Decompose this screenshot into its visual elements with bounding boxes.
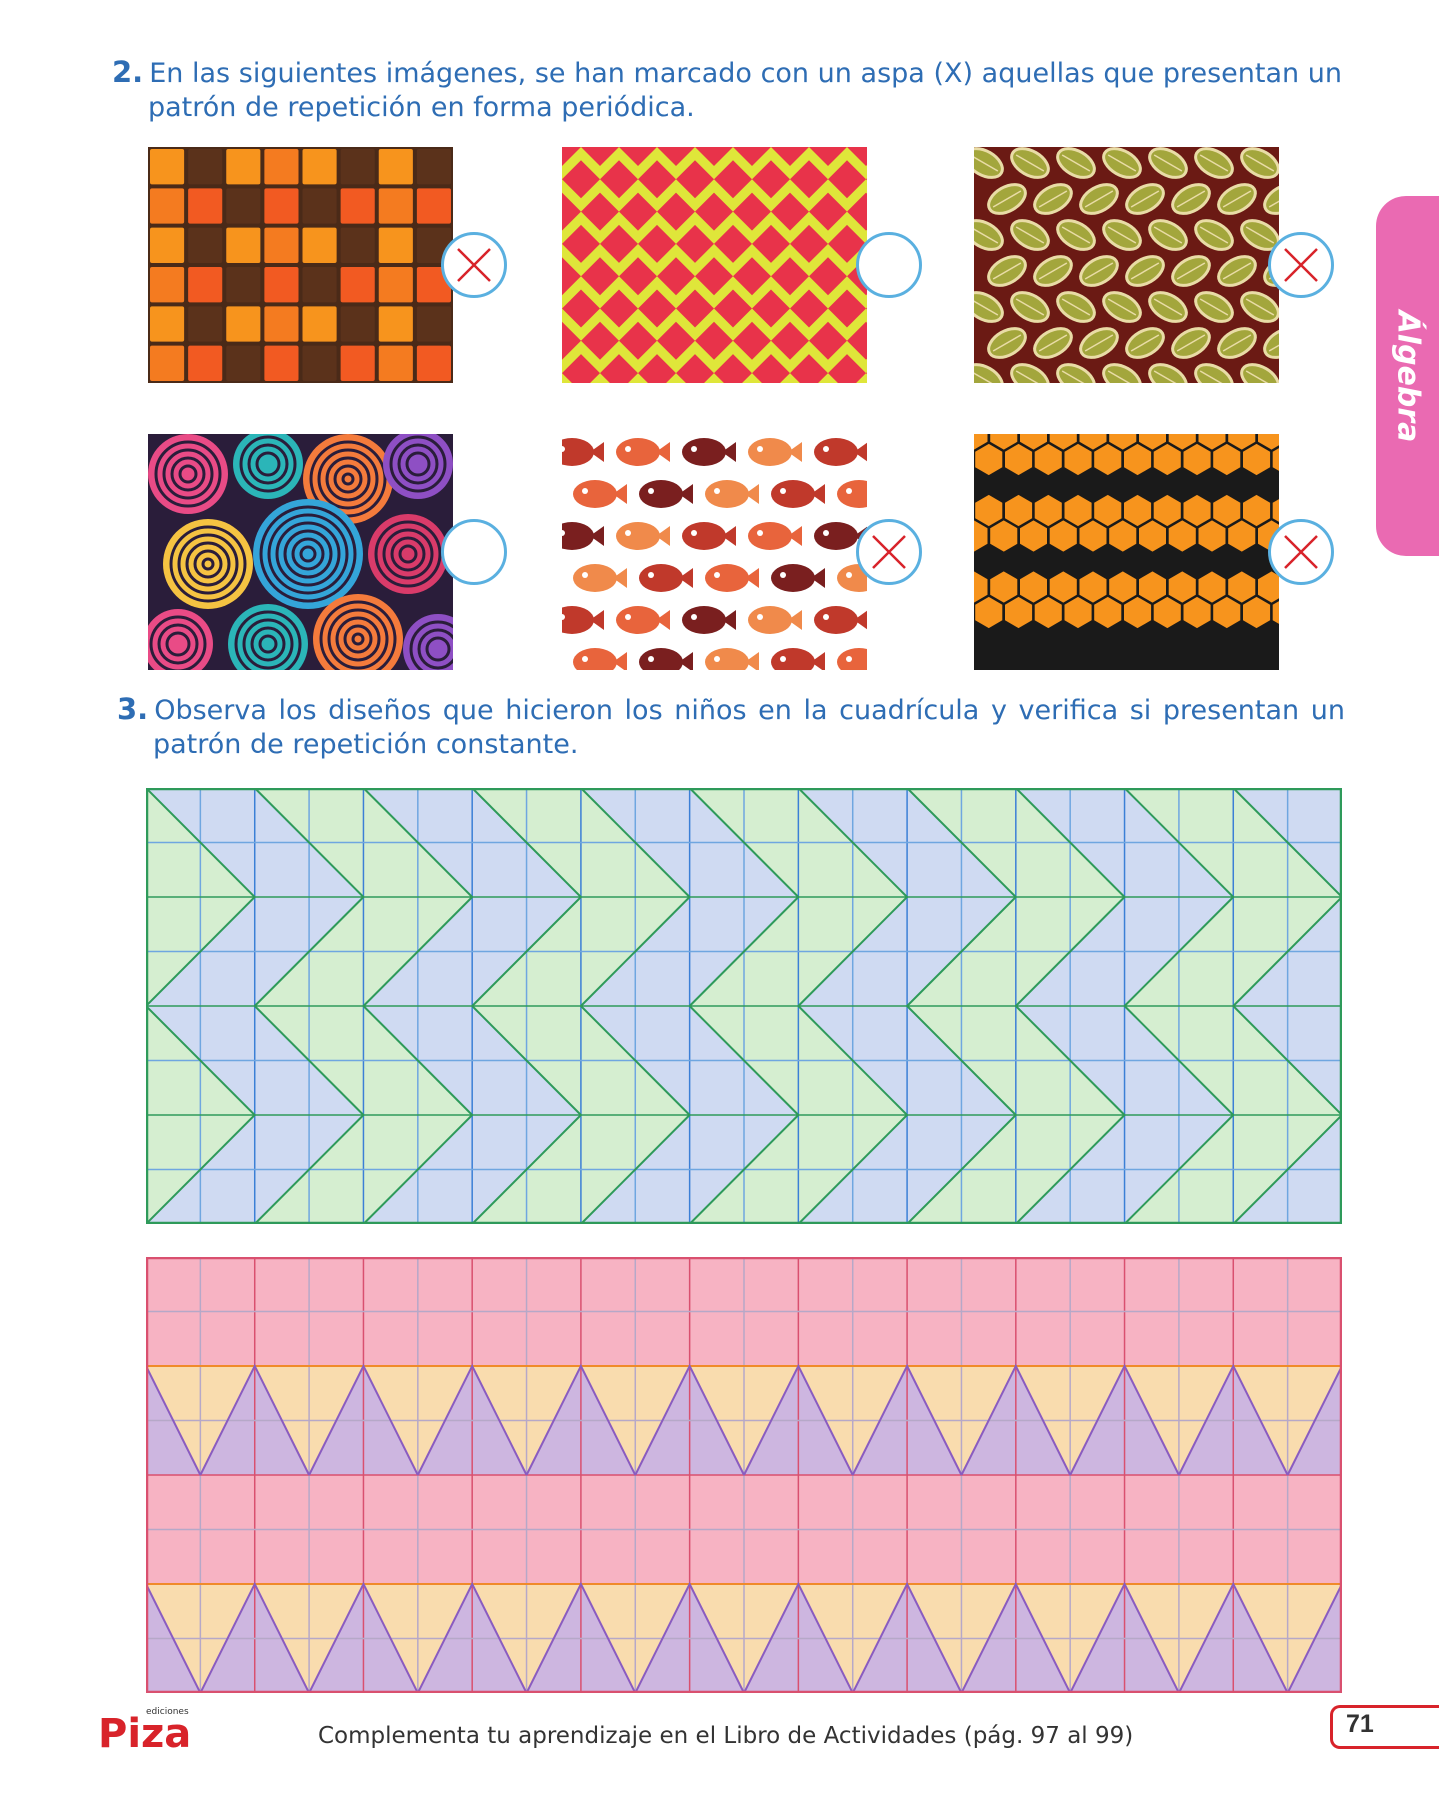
pattern-image-leaves [974,147,1279,383]
logo-text: Piza [98,1711,191,1753]
answer-circle-2[interactable] [856,232,922,298]
answer-circle-5[interactable] [856,519,922,585]
answer-circle-4[interactable] [441,519,507,585]
answer-circle-3[interactable] [1268,232,1334,298]
x-mark-icon [1284,248,1318,282]
question-2-line1: 2. En las siguientes imágenes, se han mar… [112,55,1342,91]
question-2-text: En las siguientes imágenes, se han marca… [149,58,1342,89]
question-2-line2: patrón de repetición en forma periódica. [148,92,695,123]
question-3: 3. Observa los diseños que hicieron los n… [117,692,1345,762]
question-3-number: 3. [117,692,149,726]
grid-design-pink-purple [146,1257,1342,1693]
x-mark-icon [872,535,906,569]
pattern-image-swirls [148,434,453,670]
answer-circle-1[interactable] [441,232,507,298]
question-3-text: Observa los diseños que hicieron los niñ… [154,695,1345,726]
question-2: 2. En las siguientes imágenes, se han mar… [112,55,1342,125]
answer-circle-6[interactable] [1268,519,1334,585]
question-2-number: 2. [112,55,144,89]
pattern-image-fish [562,434,867,670]
question-3-line1: 3. Observa los diseños que hicieron los n… [117,692,1345,728]
page-number: 71 [1346,1710,1374,1738]
pattern-image-hexagons [974,434,1279,670]
side-tab-text: Álgebra [1390,310,1425,442]
question-3-line2: patrón de repetición constante. [153,729,579,760]
footer-text: Complementa tu aprendizaje en el Libro d… [318,1723,1134,1749]
grid-design-green-blue [146,788,1342,1224]
piza-logo: ediciones Piza [98,1703,208,1757]
pattern-image-yellow-red [562,147,867,383]
x-mark-icon [1284,535,1318,569]
pattern-image-bricks [148,147,453,383]
side-tab-label: Álgebra [1376,196,1439,556]
x-mark-icon [457,248,491,282]
